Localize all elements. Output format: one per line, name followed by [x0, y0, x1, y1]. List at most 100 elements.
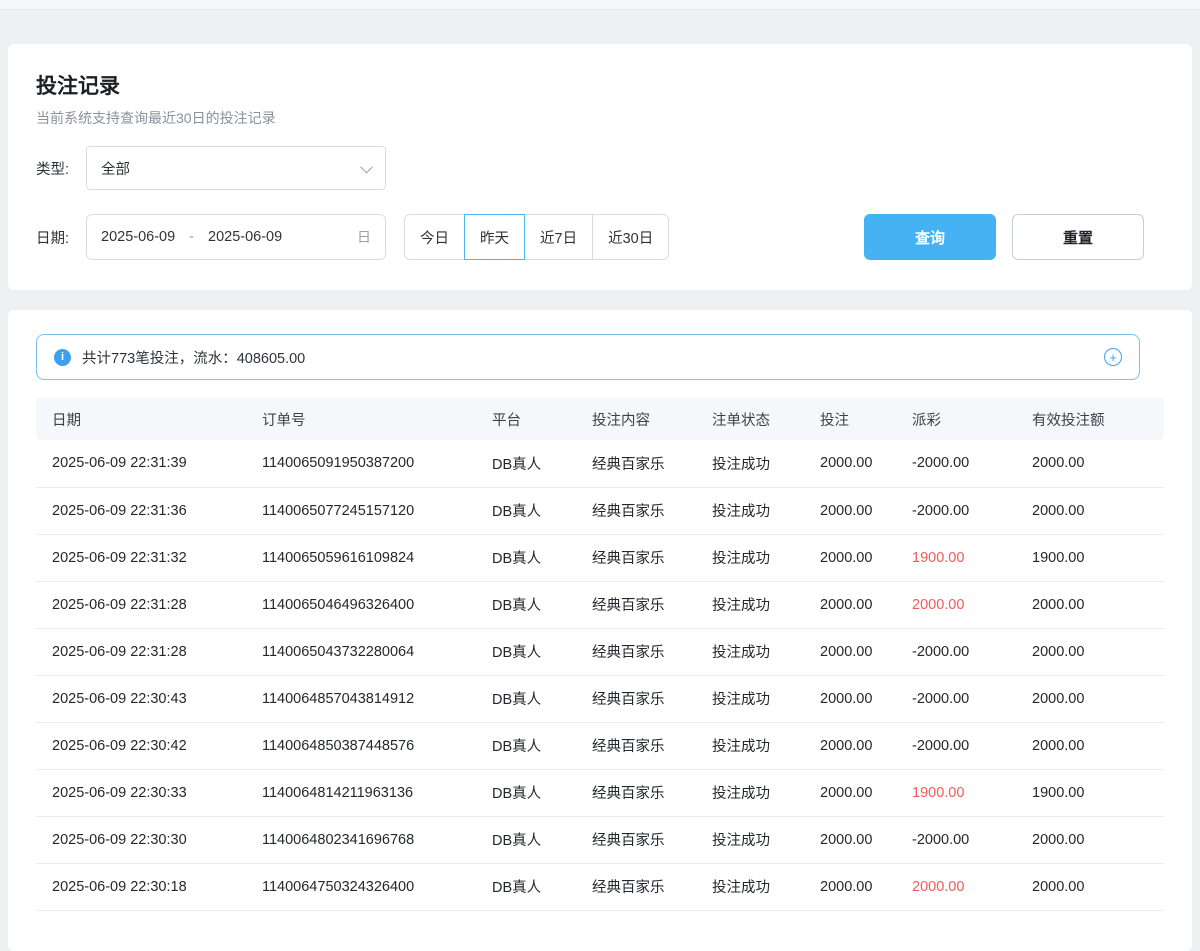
results-panel: i 共计773笔投注，流水：408605.00 + 日期订单号平台投注内容注单状… [8, 310, 1192, 951]
cell-platform: DB真人 [476, 863, 576, 910]
cell-status: 投注成功 [696, 440, 804, 487]
cell-status: 投注成功 [696, 863, 804, 910]
cell-valid-bet: 1900.00 [1016, 769, 1164, 816]
cell-date: 2025-06-09 22:31:28 [36, 628, 246, 675]
page-subtitle: 当前系统支持查询最近30日的投注记录 [36, 108, 1164, 128]
cell-platform: DB真人 [476, 769, 576, 816]
table-row: 2025-06-09 22:30:431140064857043814912DB… [36, 675, 1164, 722]
cell-status: 投注成功 [696, 722, 804, 769]
column-header-bet: 投注 [804, 398, 896, 440]
cell-order-no: 1140064850387448576 [246, 722, 476, 769]
cell-date: 2025-06-09 22:31:36 [36, 487, 246, 534]
calendar-icon: 日 [357, 227, 371, 247]
bet-records-table: 日期订单号平台投注内容注单状态投注派彩有效投注额 2025-06-09 22:3… [36, 398, 1164, 911]
cell-valid-bet: 2000.00 [1016, 487, 1164, 534]
date-end-value: 2025-06-09 [208, 229, 282, 245]
cell-bet: 2000.00 [804, 534, 896, 581]
column-header-platform: 平台 [476, 398, 576, 440]
cell-status: 投注成功 [696, 487, 804, 534]
cell-bet-content: 经典百家乐 [576, 722, 696, 769]
cell-bet-content: 经典百家乐 [576, 863, 696, 910]
table-body: 2025-06-09 22:31:391140065091950387200DB… [36, 440, 1164, 910]
page-title: 投注记录 [36, 70, 1164, 100]
cell-payout: -2000.00 [896, 628, 1016, 675]
type-filter-row: 类型: 全部 [36, 146, 1164, 190]
cell-order-no: 1140064814211963136 [246, 769, 476, 816]
cell-order-no: 1140065077245157120 [246, 487, 476, 534]
cell-bet-content: 经典百家乐 [576, 487, 696, 534]
cell-bet-content: 经典百家乐 [576, 440, 696, 487]
cell-bet: 2000.00 [804, 440, 896, 487]
cell-order-no: 1140064750324326400 [246, 863, 476, 910]
circle-plus-icon[interactable]: + [1104, 348, 1122, 366]
date-range-picker[interactable]: 2025-06-09 - 2025-06-09 日 [86, 214, 386, 260]
cell-platform: DB真人 [476, 440, 576, 487]
column-header-payout: 派彩 [896, 398, 1016, 440]
cell-payout: -2000.00 [896, 816, 1016, 863]
cell-platform: DB真人 [476, 675, 576, 722]
column-header-valid-bet: 有效投注额 [1016, 398, 1164, 440]
column-header-bet-content: 投注内容 [576, 398, 696, 440]
cell-order-no: 1140065091950387200 [246, 440, 476, 487]
cell-status: 投注成功 [696, 628, 804, 675]
cell-bet: 2000.00 [804, 722, 896, 769]
table-row: 2025-06-09 22:30:331140064814211963136DB… [36, 769, 1164, 816]
top-nav-edge [0, 0, 1200, 10]
cell-valid-bet: 1900.00 [1016, 534, 1164, 581]
cell-date: 2025-06-09 22:30:30 [36, 816, 246, 863]
date-filter-row: 日期: 2025-06-09 - 2025-06-09 日 今日昨天近7日近30… [36, 214, 1164, 260]
cell-status: 投注成功 [696, 675, 804, 722]
cell-payout: 1900.00 [896, 534, 1016, 581]
cell-payout: -2000.00 [896, 440, 1016, 487]
cell-order-no: 1140064857043814912 [246, 675, 476, 722]
table-row: 2025-06-09 22:31:321140065059616109824DB… [36, 534, 1164, 581]
cell-order-no: 1140065059616109824 [246, 534, 476, 581]
reset-button[interactable]: 重置 [1012, 214, 1144, 260]
cell-bet: 2000.00 [804, 487, 896, 534]
quick-range-last7[interactable]: 近7日 [524, 214, 593, 260]
chevron-down-icon [360, 160, 373, 173]
quick-range-today[interactable]: 今日 [404, 214, 465, 260]
cell-bet: 2000.00 [804, 581, 896, 628]
summary-banner: i 共计773笔投注，流水：408605.00 + [36, 334, 1140, 380]
type-select-value: 全部 [101, 158, 130, 179]
cell-bet-content: 经典百家乐 [576, 675, 696, 722]
filter-panel: 投注记录 当前系统支持查询最近30日的投注记录 类型: 全部 日期: 2025-… [8, 44, 1192, 290]
cell-date: 2025-06-09 22:31:39 [36, 440, 246, 487]
cell-payout: -2000.00 [896, 722, 1016, 769]
cell-date: 2025-06-09 22:31:28 [36, 581, 246, 628]
type-filter-label: 类型: [36, 158, 86, 179]
info-icon: i [54, 349, 71, 366]
column-header-date: 日期 [36, 398, 246, 440]
quick-range-last30[interactable]: 近30日 [592, 214, 669, 260]
summary-text: 共计773笔投注，流水：408605.00 [82, 347, 305, 368]
table-row: 2025-06-09 22:31:361140065077245157120DB… [36, 487, 1164, 534]
table-row: 2025-06-09 22:31:281140065046496326400DB… [36, 581, 1164, 628]
cell-status: 投注成功 [696, 581, 804, 628]
cell-order-no: 1140065043732280064 [246, 628, 476, 675]
cell-valid-bet: 2000.00 [1016, 816, 1164, 863]
query-button[interactable]: 查询 [864, 214, 996, 260]
cell-platform: DB真人 [476, 581, 576, 628]
cell-valid-bet: 2000.00 [1016, 675, 1164, 722]
table-row: 2025-06-09 22:30:301140064802341696768DB… [36, 816, 1164, 863]
cell-status: 投注成功 [696, 816, 804, 863]
cell-platform: DB真人 [476, 722, 576, 769]
cell-valid-bet: 2000.00 [1016, 440, 1164, 487]
quick-range-yesterday[interactable]: 昨天 [464, 214, 525, 260]
cell-payout: 2000.00 [896, 581, 1016, 628]
cell-valid-bet: 2000.00 [1016, 722, 1164, 769]
type-select[interactable]: 全部 [86, 146, 386, 190]
cell-platform: DB真人 [476, 816, 576, 863]
cell-bet-content: 经典百家乐 [576, 534, 696, 581]
cell-date: 2025-06-09 22:30:33 [36, 769, 246, 816]
cell-bet: 2000.00 [804, 675, 896, 722]
cell-bet: 2000.00 [804, 769, 896, 816]
table-row: 2025-06-09 22:31:281140065043732280064DB… [36, 628, 1164, 675]
quick-range-group: 今日昨天近7日近30日 [404, 214, 669, 260]
date-range-separator: - [189, 229, 194, 245]
cell-bet: 2000.00 [804, 628, 896, 675]
cell-bet: 2000.00 [804, 816, 896, 863]
cell-platform: DB真人 [476, 534, 576, 581]
cell-valid-bet: 2000.00 [1016, 581, 1164, 628]
